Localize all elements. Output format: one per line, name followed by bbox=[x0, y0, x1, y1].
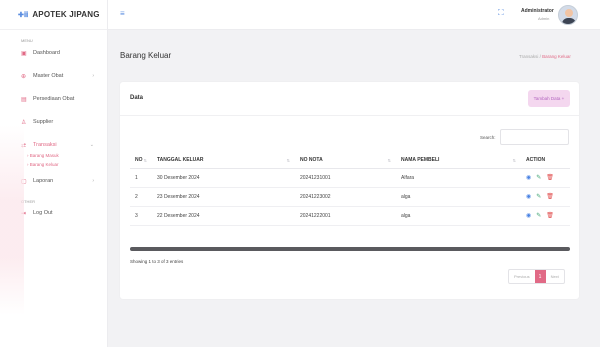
avatar-head bbox=[565, 9, 573, 17]
add-data-button[interactable]: Tambah Data + bbox=[528, 90, 570, 107]
sort-icon: ⇅ bbox=[286, 158, 290, 163]
sidebar-item-dashboard[interactable]: ▣ Dashboard bbox=[0, 47, 107, 59]
brand-name: APOTEK JIPANG bbox=[32, 10, 100, 19]
cell-action: ◉ ✎ 🗑 bbox=[521, 168, 570, 188]
sidebar-item-label: Transaksi bbox=[33, 142, 57, 148]
delete-icon[interactable]: 🗑 bbox=[546, 193, 554, 200]
entries-info: Showing 1 to 3 of 3 entries bbox=[130, 259, 184, 264]
sort-icon: ⇅ bbox=[143, 158, 147, 163]
cell-nota: 20241223002 bbox=[295, 187, 396, 207]
data-card: Data Tambah Data + Search: NO ⇅ TANGGAL K… bbox=[120, 82, 579, 299]
sidebar-item-persediaan-obat[interactable]: ▤ Persediaan Obat bbox=[0, 93, 107, 105]
cell-tanggal: 30 Desember 2024 bbox=[152, 168, 295, 188]
cell-pembeli: alga bbox=[396, 187, 521, 207]
column-header-pembeli[interactable]: NAMA PEMBELI ⇅ bbox=[396, 152, 521, 169]
column-header-tanggal[interactable]: TANGGAL KELUAR ⇅ bbox=[152, 152, 295, 169]
decorative-strip bbox=[0, 125, 24, 315]
page-1-button[interactable]: 1 bbox=[534, 270, 546, 283]
cell-pembeli: Alfara bbox=[396, 168, 521, 188]
table-header-row: NO ⇅ TANGGAL KELUAR ⇅ NO NOTA ⇅ NAMA PEMBEL… bbox=[130, 152, 570, 169]
cell-no: 3 bbox=[130, 206, 152, 226]
view-icon[interactable]: ◉ bbox=[526, 212, 531, 219]
table-row: 2 23 Desember 2024 20241223002 alga ◉ ✎ … bbox=[130, 187, 570, 207]
search-label: Search: bbox=[480, 135, 496, 140]
breadcrumb-parent[interactable]: Transaksi bbox=[519, 54, 538, 59]
sidebar-item-label: Dashboard bbox=[33, 50, 60, 56]
next-page-button[interactable]: Next bbox=[546, 270, 564, 283]
column-header-action: ACTION bbox=[521, 152, 570, 169]
edit-icon[interactable]: ✎ bbox=[536, 174, 541, 181]
card-header: Data Tambah Data + bbox=[120, 82, 579, 116]
data-table: NO ⇅ TANGGAL KELUAR ⇅ NO NOTA ⇅ NAMA PEMBEL… bbox=[130, 152, 570, 226]
sidebar-item-label: Supplier bbox=[33, 119, 54, 125]
breadcrumb-current: Barang Keluar bbox=[542, 54, 571, 59]
sidebar-item-label: Laporan bbox=[33, 178, 54, 184]
cell-no: 1 bbox=[130, 168, 152, 188]
sidebar-item-label: Log Out bbox=[33, 210, 53, 216]
cell-action: ◉ ✎ 🗑 bbox=[521, 187, 570, 207]
edit-icon[interactable]: ✎ bbox=[536, 212, 541, 219]
menu-toggle-icon[interactable]: ≡ bbox=[120, 9, 125, 18]
cell-action: ◉ ✎ 🗑 bbox=[521, 206, 570, 226]
chevron-right-icon: › bbox=[92, 73, 94, 79]
brand[interactable]: ✚ⅲ APOTEK JIPANG bbox=[0, 0, 107, 30]
column-header-nota[interactable]: NO NOTA ⇅ bbox=[295, 152, 396, 169]
search-input[interactable] bbox=[500, 129, 569, 145]
cell-tanggal: 23 Desember 2024 bbox=[152, 187, 295, 207]
previous-page-button[interactable]: Previous bbox=[509, 270, 535, 283]
sort-icon: ⇅ bbox=[512, 158, 516, 163]
table-scrollbar[interactable] bbox=[130, 247, 570, 251]
card-title: Data bbox=[130, 95, 144, 101]
fullscreen-icon[interactable]: ⛶ bbox=[498, 8, 504, 18]
chevron-down-icon: ⌄ bbox=[89, 142, 94, 148]
delete-icon[interactable]: 🗑 bbox=[546, 212, 554, 219]
cell-nota: 20241231001 bbox=[295, 168, 396, 188]
sidebar-item-label: Master Obat bbox=[33, 73, 64, 79]
table-row: 1 30 Desember 2024 20241231001 Alfara ◉ … bbox=[130, 168, 570, 188]
sort-icon: ⇅ bbox=[387, 158, 391, 163]
cell-tanggal: 22 Desember 2024 bbox=[152, 206, 295, 226]
page-title: Barang Keluar bbox=[120, 51, 172, 60]
brand-logo-icon: ✚ⅲ bbox=[18, 11, 29, 19]
topbar: ≡ ⛶ Administrator Admin bbox=[108, 0, 600, 30]
user-role: Admin bbox=[538, 16, 550, 21]
cell-pembeli: alga bbox=[396, 206, 521, 226]
cell-nota: 20241222001 bbox=[295, 206, 396, 226]
user-name[interactable]: Administrator bbox=[521, 8, 554, 14]
master-icon: ⊕ bbox=[21, 73, 27, 80]
breadcrumb: Transaksi / Barang Keluar bbox=[519, 54, 571, 59]
breadcrumb-separator: / bbox=[539, 54, 541, 59]
sidebar-item-label: Persediaan Obat bbox=[33, 96, 75, 102]
pagination: Previous 1 Next bbox=[508, 269, 565, 284]
stock-icon: ▤ bbox=[21, 96, 27, 103]
chevron-right-icon: › bbox=[92, 178, 94, 184]
column-header-no[interactable]: NO ⇅ bbox=[130, 152, 152, 169]
delete-icon[interactable]: 🗑 bbox=[546, 174, 554, 181]
avatar-body bbox=[562, 18, 576, 24]
avatar[interactable] bbox=[558, 5, 578, 25]
edit-icon[interactable]: ✎ bbox=[536, 193, 541, 200]
view-icon[interactable]: ◉ bbox=[526, 174, 531, 181]
sidebar-item-master-obat[interactable]: ⊕ Master Obat › bbox=[0, 70, 107, 82]
table-row: 3 22 Desember 2024 20241222001 alga ◉ ✎ … bbox=[130, 206, 570, 226]
dashboard-icon: ▣ bbox=[21, 50, 27, 57]
view-icon[interactable]: ◉ bbox=[526, 193, 531, 200]
cell-no: 2 bbox=[130, 187, 152, 207]
